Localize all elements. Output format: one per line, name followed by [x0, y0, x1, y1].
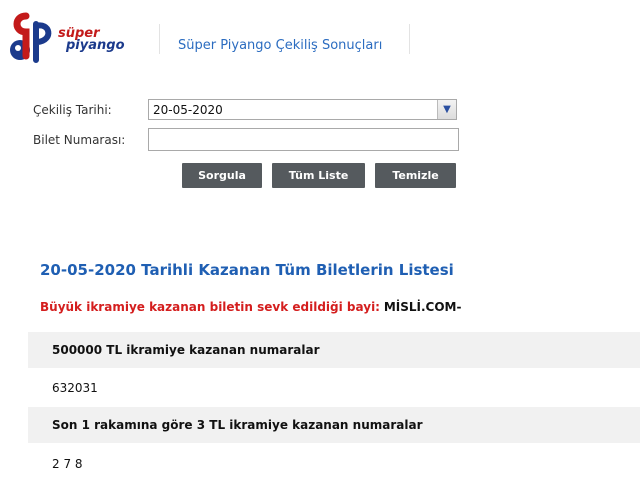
prize-group-header: Son 1 rakamına göre 3 TL ikramiye kazana… — [28, 407, 640, 443]
winning-numbers: 2 7 8 — [52, 457, 83, 471]
clear-button[interactable]: Temizle — [375, 163, 456, 188]
dealer-name: MİSLİ.COM- — [383, 300, 462, 314]
winning-numbers: 632031 — [52, 381, 98, 395]
header-divider — [159, 24, 160, 54]
draw-date-select[interactable]: 20-05-2020 ▼ — [148, 99, 457, 120]
super-piyango-logo[interactable]: süper piyango — [6, 10, 126, 68]
dealer-line: Büyük ikramiye kazanan biletin sevk edil… — [40, 300, 461, 314]
logo-wordmark: süper piyango — [58, 26, 125, 53]
page-header: süper piyango Süper Piyango Çekiliş Sonu… — [0, 0, 640, 80]
header-divider — [409, 24, 410, 54]
prize-group-title: 500000 TL ikramiye kazanan numaralar — [52, 343, 320, 357]
all-list-button[interactable]: Tüm Liste — [272, 163, 365, 188]
site-title: Süper Piyango Çekiliş Sonuçları — [178, 38, 383, 53]
query-button[interactable]: Sorgula — [182, 163, 262, 188]
results-title: 20-05-2020 Tarihli Kazanan Tüm Biletleri… — [40, 261, 454, 279]
draw-date-label: Çekiliş Tarihi: — [33, 103, 112, 117]
prize-group-title: Son 1 rakamına göre 3 TL ikramiye kazana… — [52, 418, 423, 432]
dealer-label: Büyük ikramiye kazanan biletin sevk edil… — [40, 300, 380, 314]
ticket-number-label: Bilet Numarası: — [33, 133, 126, 147]
ticket-number-input[interactable] — [148, 128, 459, 151]
logo-mark-icon — [10, 12, 52, 63]
draw-date-value: 20-05-2020 — [153, 103, 223, 117]
chevron-down-icon[interactable]: ▼ — [437, 100, 456, 119]
prize-group-header: 500000 TL ikramiye kazanan numaralar — [28, 332, 640, 368]
